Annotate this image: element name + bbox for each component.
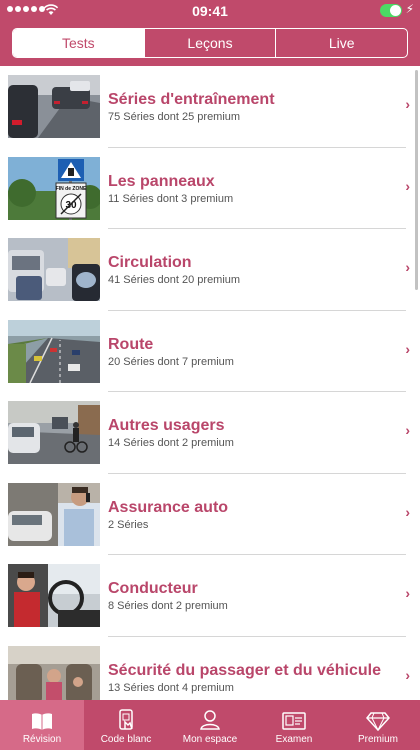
chevron-right-icon: ›	[405, 666, 410, 683]
sign-text: FIN de ZONE	[56, 186, 87, 192]
chevron-right-icon: ›	[405, 259, 410, 275]
chevron-right-icon: ›	[405, 96, 410, 112]
phone-touch-icon	[119, 709, 133, 730]
chevron-right-icon: ›	[405, 422, 410, 438]
tab-premium[interactable]: Premium	[336, 700, 420, 750]
status-bar: 09:41 ⚡	[0, 0, 420, 22]
tab-label: Code blanc	[100, 734, 152, 745]
item-title: Assurance auto	[108, 498, 229, 516]
item-subtitle: 41 Séries dont 20 premium	[108, 274, 241, 286]
tab-label: Mon espace	[182, 734, 238, 745]
item-title: Autres usagers	[108, 417, 225, 434]
list-item-panneaux[interactable]: FIN de ZONE 30 Les panneaux 11 Séries do…	[0, 148, 420, 229]
tab-revision[interactable]: Révision	[0, 700, 84, 750]
thumbnail-traffic-cars	[8, 75, 100, 138]
tab-lecons[interactable]: Leçons	[145, 29, 277, 57]
thumbnail-traffic-jam	[8, 238, 100, 301]
thumbnail-phone-call	[8, 482, 100, 546]
item-subtitle: 75 Séries dont 25 premium	[108, 111, 241, 123]
thumbnail-highway	[8, 319, 100, 383]
tab-label: Révision	[22, 734, 62, 745]
chevron-right-icon: ›	[405, 503, 410, 520]
item-title: Conducteur	[108, 580, 198, 597]
item-subtitle: 2 Séries	[108, 518, 149, 531]
thumbnail-driver	[8, 564, 100, 627]
segmented-control: Tests Leçons Live	[12, 28, 408, 58]
battery-icon	[380, 4, 402, 17]
chevron-right-icon: ›	[405, 177, 410, 194]
user-icon	[200, 710, 220, 730]
item-title: Séries d'entraînement	[108, 91, 275, 108]
id-card-icon	[282, 712, 306, 730]
book-icon	[32, 713, 52, 730]
list-item-assurance-auto[interactable]: Assurance auto 2 Séries ›	[0, 474, 420, 555]
thumbnail-car-interior	[8, 645, 100, 700]
thumbnail-road-signs: FIN de ZONE 30	[8, 156, 100, 220]
item-subtitle: 13 Séries dont 4 premium	[108, 681, 234, 694]
sign-number: 30	[65, 200, 77, 211]
item-subtitle: 20 Séries dont 7 premium	[108, 355, 234, 368]
item-subtitle: 8 Séries dont 2 premium	[108, 600, 228, 612]
scrollbar[interactable]	[415, 70, 418, 290]
tab-live[interactable]: Live	[276, 29, 407, 57]
header: Tests Leçons Live	[0, 22, 420, 66]
item-title: Route	[108, 335, 154, 353]
item-subtitle: 14 Séries dont 2 premium	[108, 437, 234, 449]
item-title: Circulation	[108, 254, 192, 271]
item-subtitle: 11 Séries dont 3 premium	[108, 192, 234, 205]
status-time: 09:41	[192, 3, 228, 19]
charging-icon: ⚡	[405, 2, 414, 16]
diamond-icon	[366, 712, 390, 731]
list-item-autres-usagers[interactable]: Autres usagers 14 Séries dont 2 premium …	[0, 392, 420, 474]
chevron-right-icon: ›	[405, 585, 410, 601]
item-title: Sécurité du passager et du véhicule	[108, 661, 381, 679]
tab-tests[interactable]: Tests	[13, 29, 145, 57]
tab-label: Examen	[275, 734, 313, 745]
list-item-route[interactable]: Route 20 Séries dont 7 premium ›	[0, 311, 420, 392]
tab-mon-espace[interactable]: Mon espace	[168, 700, 252, 750]
list-item-securite-passager[interactable]: Sécurité du passager et du véhicule 13 S…	[0, 637, 420, 700]
list-item-circulation[interactable]: Circulation 41 Séries dont 20 premium ›	[0, 229, 420, 311]
chevron-right-icon: ›	[405, 340, 410, 357]
list-item-conducteur[interactable]: Conducteur 8 Séries dont 2 premium ›	[0, 555, 420, 637]
category-list[interactable]: Séries d'entraînement 75 Séries dont 25 …	[0, 66, 420, 700]
bottom-tab-bar: Révision Code blanc Mon espace Examen Pr…	[0, 700, 420, 750]
tab-examen[interactable]: Examen	[252, 700, 336, 750]
thumbnail-cyclist	[8, 401, 100, 464]
item-title: Les panneaux	[108, 172, 215, 190]
list-item-series-entrainement[interactable]: Séries d'entraînement 75 Séries dont 25 …	[0, 66, 420, 148]
tab-label: Premium	[357, 734, 398, 745]
tab-code-blanc[interactable]: Code blanc	[84, 700, 168, 750]
